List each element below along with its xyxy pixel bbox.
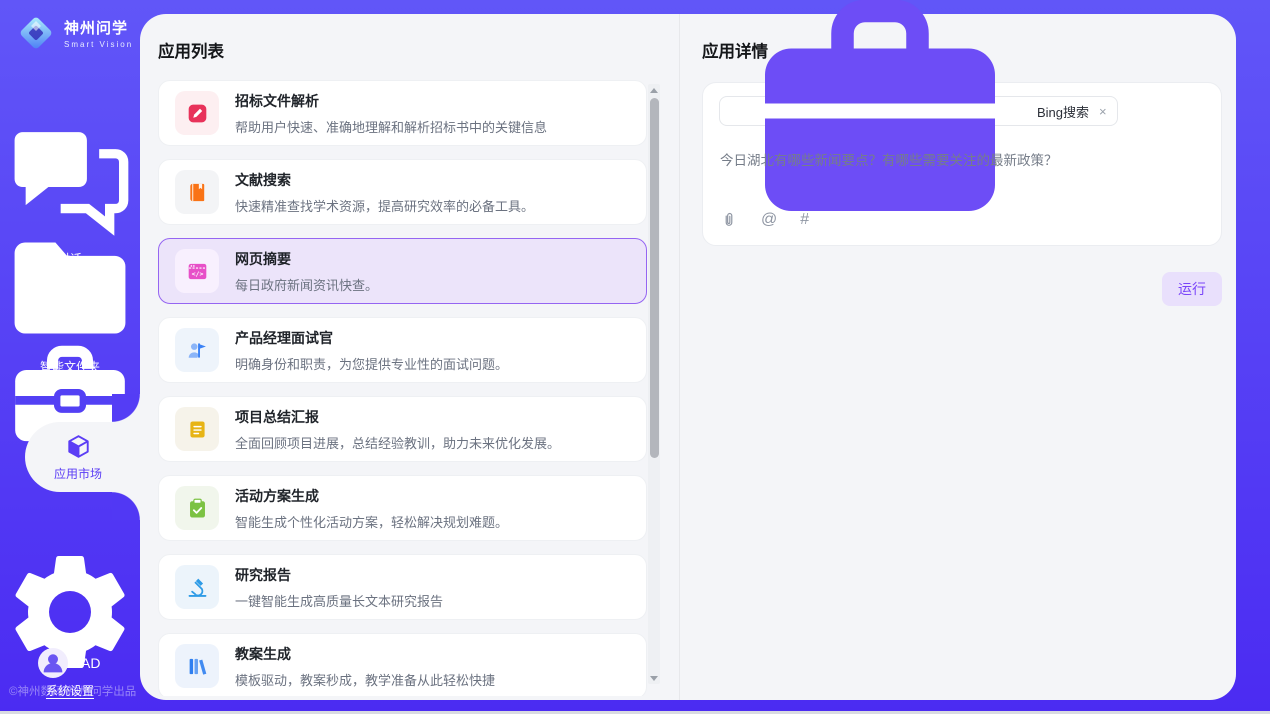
app-card-desc: 明确身份和职责，为您提供专业性的面试问题。 bbox=[235, 354, 508, 373]
books-icon bbox=[175, 644, 219, 688]
app-list-section: 应用列表 招标文件解析 帮助用户快速、准确地理解和解析招标书中的关键信息 文献搜… bbox=[140, 14, 680, 700]
question-input[interactable]: 今日湖北有哪些新闻要点？有哪些需要关注的最新政策？ bbox=[720, 151, 1201, 171]
active-tab-curve-bottom bbox=[112, 492, 140, 520]
app-card[interactable]: 文献搜索 快速精准查找学术资源，提高研究效率的必备工具。 bbox=[158, 159, 647, 225]
app-card[interactable]: 招标文件解析 帮助用户快速、准确地理解和解析招标书中的关键信息 bbox=[158, 80, 647, 146]
edit-doc-icon bbox=[175, 91, 219, 135]
app-card[interactable]: 教案生成 模板驱动，教案秒成，教学准备从此轻松快捷 bbox=[158, 633, 647, 696]
notes-icon bbox=[175, 407, 219, 451]
avatar bbox=[38, 648, 68, 678]
clipboard-check-icon bbox=[175, 486, 219, 530]
scrollbar-thumb[interactable] bbox=[650, 98, 659, 458]
app-card[interactable]: 研究报告 一键智能生成高质量长文本研究报告 bbox=[158, 554, 647, 620]
app-card[interactable]: 产品经理面试官 明确身份和职责，为您提供专业性的面试问题。 bbox=[158, 317, 647, 383]
svg-text:</>: </> bbox=[191, 269, 203, 277]
app-card-title: 文献搜索 bbox=[235, 170, 534, 190]
hash-icon[interactable]: # bbox=[800, 211, 809, 229]
attachment-toolbar: @ # bbox=[720, 211, 809, 229]
mention-icon[interactable]: @ bbox=[761, 211, 777, 229]
book-icon bbox=[175, 170, 219, 214]
app-card-desc: 每日政府新闻资讯快查。 bbox=[235, 275, 378, 294]
sidebar-item-label: 应用市场 bbox=[54, 465, 102, 482]
tool-tag-label: Bing搜索 bbox=[1037, 102, 1089, 121]
web-code-icon: </> bbox=[175, 249, 219, 293]
brand-subtitle: Smart Vision bbox=[64, 40, 133, 49]
brand-logo: 神州问学 Smart Vision bbox=[16, 13, 133, 53]
user-name: AD bbox=[81, 655, 100, 671]
tool-tag-bing-search[interactable]: Bing搜索 × bbox=[719, 96, 1118, 126]
app-list-title: 应用列表 bbox=[158, 38, 224, 62]
person-icon bbox=[38, 648, 68, 678]
app-card-title: 产品经理面试官 bbox=[235, 328, 508, 348]
app-card-desc: 全面回顾项目进展，总结经验教训，助力未来优化发展。 bbox=[235, 433, 560, 452]
interview-icon bbox=[175, 328, 219, 372]
cube-icon bbox=[65, 433, 92, 460]
app-detail-section: 应用详情 Bing搜索 × 今日湖北有哪些新闻要点？有哪些需要关注的最新政策？ … bbox=[680, 14, 1236, 700]
sidebar: 神州问学 Smart Vision 对话 智能文件夹 工具集 应用市场 系统设置… bbox=[0, 0, 140, 714]
app-card-desc: 智能生成个性化活动方案，轻松解决规划难题。 bbox=[235, 512, 508, 531]
app-card-title: 研究报告 bbox=[235, 565, 443, 585]
app-card-title: 网页摘要 bbox=[235, 249, 378, 269]
active-tab-curve-top bbox=[112, 394, 140, 422]
user-account[interactable]: AD bbox=[38, 648, 100, 678]
app-list: 招标文件解析 帮助用户快速、准确地理解和解析招标书中的关键信息 文献搜索 快速精… bbox=[158, 80, 647, 696]
scrollbar[interactable] bbox=[648, 84, 660, 684]
app-card-desc: 模板驱动，教案秒成，教学准备从此轻松快捷 bbox=[235, 670, 495, 689]
diamond-logo-icon bbox=[16, 13, 56, 53]
run-button[interactable]: 运行 bbox=[1162, 272, 1222, 306]
app-card[interactable]: 活动方案生成 智能生成个性化活动方案，轻松解决规划难题。 bbox=[158, 475, 647, 541]
app-card-desc: 快速精准查找学术资源，提高研究效率的必备工具。 bbox=[235, 196, 534, 215]
app-card-desc: 帮助用户快速、准确地理解和解析招标书中的关键信息 bbox=[235, 117, 547, 136]
copyright-text: ©神州数码·神州问学出品 bbox=[9, 683, 136, 699]
main-panel: 应用列表 招标文件解析 帮助用户快速、准确地理解和解析招标书中的关键信息 文献搜… bbox=[140, 14, 1236, 700]
microscope-icon bbox=[175, 565, 219, 609]
paperclip-icon[interactable] bbox=[720, 211, 738, 229]
app-card[interactable]: </> 网页摘要 每日政府新闻资讯快查。 bbox=[158, 238, 647, 304]
scroll-up-icon[interactable] bbox=[648, 84, 660, 96]
close-icon[interactable]: × bbox=[1099, 104, 1107, 119]
app-card-title: 教案生成 bbox=[235, 644, 495, 664]
app-card-desc: 一键智能生成高质量长文本研究报告 bbox=[235, 591, 443, 610]
scroll-down-icon[interactable] bbox=[648, 672, 660, 684]
sidebar-item-app-market-active[interactable]: 应用市场 bbox=[25, 422, 141, 492]
app-card[interactable]: 项目总结汇报 全面回顾项目进展，总结经验教训，助力未来优化发展。 bbox=[158, 396, 647, 462]
app-card-title: 活动方案生成 bbox=[235, 486, 508, 506]
app-card-title: 招标文件解析 bbox=[235, 91, 547, 111]
brand-name: 神州问学 bbox=[64, 17, 133, 38]
prompt-card[interactable]: Bing搜索 × 今日湖北有哪些新闻要点？有哪些需要关注的最新政策？ @ # bbox=[702, 82, 1222, 246]
app-card-title: 项目总结汇报 bbox=[235, 407, 560, 427]
